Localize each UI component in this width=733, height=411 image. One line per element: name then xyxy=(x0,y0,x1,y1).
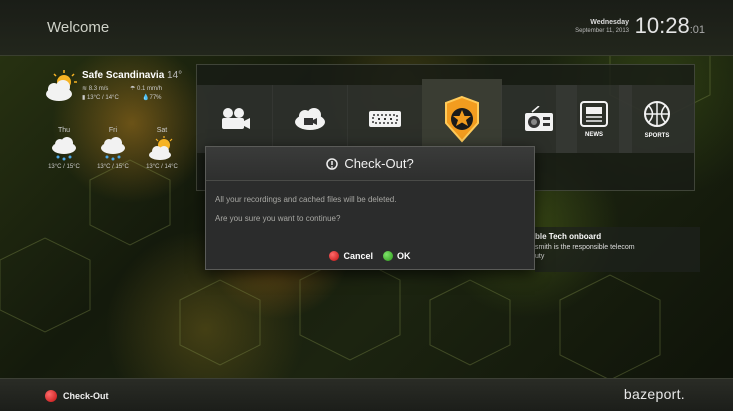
police-badge-icon xyxy=(445,95,479,143)
clock-seconds: :01 xyxy=(689,24,705,36)
rain-cloud-icon xyxy=(52,137,76,161)
rain-value: ☂ 0.1 mm/h xyxy=(130,86,163,92)
top-bar: Welcome Wednesday September 11, 2013 10:… xyxy=(0,0,733,56)
news-body: smith is the responsible telecom uty xyxy=(535,243,695,261)
location-name: Safe Scandinavia xyxy=(82,70,165,81)
ticket-icon xyxy=(369,111,401,127)
news-title: ble Tech onboard xyxy=(535,232,602,241)
menu-tile-sports[interactable]: SPORTS xyxy=(619,85,695,153)
temp-range: ▮ 13°C / 14°C xyxy=(82,95,119,101)
forecast-day: Sat 13°C / 14°C xyxy=(140,127,184,170)
checkout-button[interactable]: Check-Out xyxy=(45,390,109,402)
radio-icon xyxy=(525,106,553,131)
cancel-button[interactable]: Cancel xyxy=(329,251,373,261)
menu-tile-tickets[interactable] xyxy=(347,85,423,153)
humidity-text: 77% xyxy=(149,95,162,101)
news-ticker[interactable]: ble Tech onboard smith is the responsibl… xyxy=(535,227,700,272)
dialog-title: Check-Out? xyxy=(344,156,414,171)
weather-location: Safe Scandinavia 14° xyxy=(82,70,182,81)
forecast-temp: 13°C / 15°C xyxy=(48,164,80,170)
rain-text: 0.1 mm/h xyxy=(137,86,163,92)
tile-label: NEWS xyxy=(585,132,603,138)
menu-tile-movies[interactable] xyxy=(197,85,273,153)
wind-value: ≋ 8.3 m/s xyxy=(82,86,109,92)
forecast-temp: 13°C / 15°C xyxy=(97,164,129,170)
clock-time: 10:28 xyxy=(634,13,690,38)
dialog-buttons: Cancel OK xyxy=(206,251,534,261)
forecast-temp: 13°C / 14°C xyxy=(146,164,178,170)
news-line-2: uty xyxy=(535,253,545,260)
bottom-bar: Check-Out bazeport. xyxy=(0,378,733,411)
ok-label: OK xyxy=(397,251,411,261)
date-label: September 11, 2013 xyxy=(575,28,629,34)
forecast-day-name: Fri xyxy=(108,127,118,134)
cancel-label: Cancel xyxy=(343,251,373,261)
red-dot-icon xyxy=(329,251,340,261)
forecast-day: Fri 13°C / 15°C xyxy=(91,127,135,170)
temp-range-text: 13°C / 14°C xyxy=(86,95,119,101)
forecast-day-name: Sat xyxy=(156,127,168,134)
date-display: Wednesday September 11, 2013 xyxy=(575,18,629,36)
weather-widget: Safe Scandinavia 14° ≋ 8.3 m/s ☂ 0.1 mm/… xyxy=(40,66,195,186)
clock: 10:28:01 xyxy=(635,13,705,39)
news-icon xyxy=(580,101,608,127)
checkout-label: Check-Out xyxy=(63,391,109,401)
cloud-camera-icon xyxy=(295,108,325,130)
info-circle-icon xyxy=(326,157,339,170)
forecast-day: Thu 13°C / 15°C xyxy=(42,127,86,170)
page-title: Welcome xyxy=(47,19,110,36)
weekday-label: Wednesday xyxy=(590,19,629,26)
current-temp: 14° xyxy=(167,70,183,81)
sports-ball-icon xyxy=(644,101,670,127)
movie-camera-icon xyxy=(222,108,250,129)
forecast-day-name: Thu xyxy=(57,127,71,134)
rain-cloud-icon xyxy=(101,137,125,161)
dialog-question: Are you sure you want to continue? xyxy=(215,214,341,223)
sun-cloud-icon xyxy=(149,136,173,160)
green-dot-icon xyxy=(383,251,393,261)
brand-logo: bazeport. xyxy=(623,386,685,402)
dialog-message: All your recordings and cached files wil… xyxy=(215,195,397,204)
dialog-header: Check-Out? xyxy=(206,147,534,181)
red-dot-icon xyxy=(45,390,57,402)
humidity-value: 💧77% xyxy=(142,95,162,101)
ok-button[interactable]: OK xyxy=(383,251,411,261)
tile-label: SPORTS xyxy=(644,133,670,139)
checkout-dialog: Check-Out? All your recordings and cache… xyxy=(205,146,535,270)
wind-text: 8.3 m/s xyxy=(88,86,109,92)
menu-tile-cloud-video[interactable] xyxy=(272,85,348,153)
news-line-1: smith is the responsible telecom xyxy=(535,244,635,251)
sun-cloud-icon xyxy=(46,70,77,101)
